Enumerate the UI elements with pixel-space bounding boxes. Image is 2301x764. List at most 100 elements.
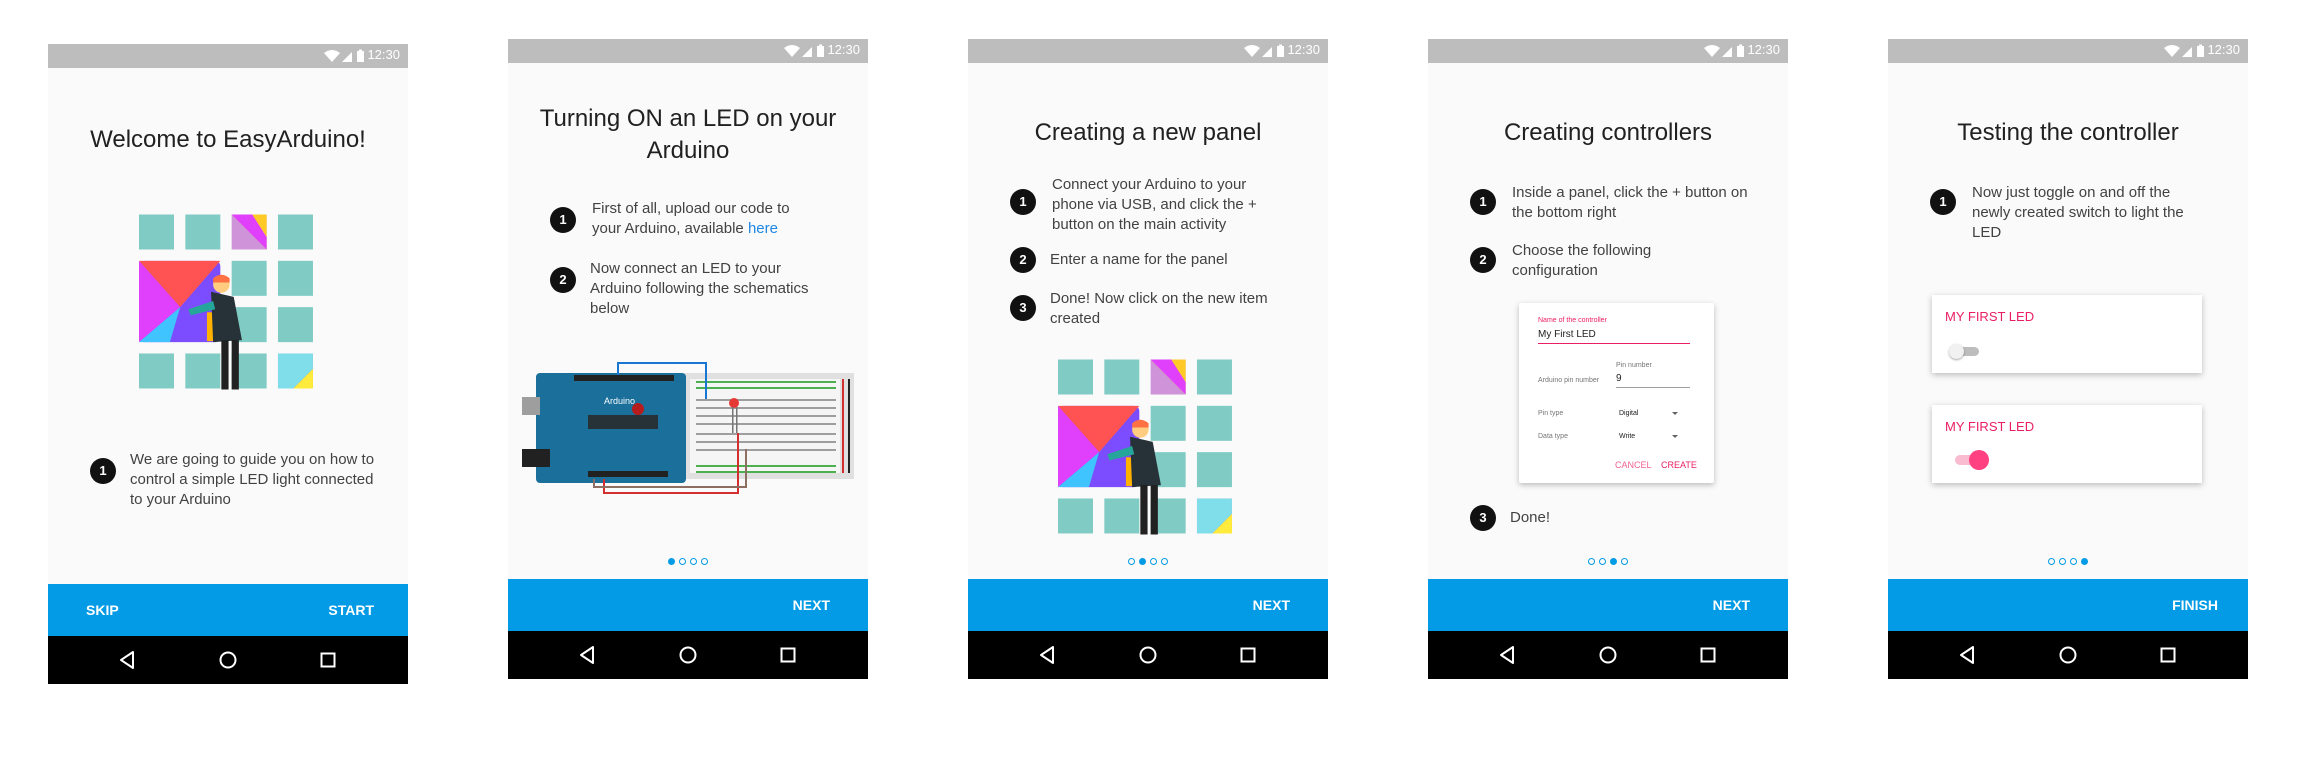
home-icon[interactable] (2056, 643, 2080, 667)
page-dot (701, 558, 708, 565)
step-text: Now connect an LED to your Arduino follo… (590, 260, 809, 317)
step-number: 3 (1470, 505, 1496, 531)
step-text: Choose the following configuration (1512, 242, 1652, 279)
next-button[interactable]: NEXT (1713, 597, 1750, 613)
code-link[interactable]: here (748, 220, 778, 237)
navigation-bar (508, 631, 868, 679)
home-icon[interactable] (676, 643, 700, 667)
controller-card: MY FIRST LED (1932, 295, 2202, 373)
step-text: First of all, upload our code to your Ar… (592, 199, 812, 239)
recents-icon[interactable] (1236, 643, 1260, 667)
back-icon[interactable] (1036, 643, 1060, 667)
step-2: 2 Enter a name for the panel (1010, 247, 1310, 275)
status-time: 12:30 (827, 42, 860, 57)
controller-name-underline (1538, 343, 1690, 344)
step-number: 2 (1470, 247, 1496, 273)
chevron-down-icon[interactable] (1671, 411, 1679, 417)
status-icons (1244, 44, 1284, 57)
status-bar: 12:30 (968, 39, 1328, 63)
page-title: Creating a new panel (1034, 119, 1262, 146)
finish-button[interactable]: FINISH (2172, 597, 2218, 613)
status-time: 12:30 (367, 47, 400, 62)
onboarding-screen-welcome: 12:30 Welcome to EasyArduino! 1 We are g… (48, 44, 408, 684)
create-button[interactable]: CREATE (1661, 460, 1697, 470)
step-number: 2 (550, 267, 576, 293)
pin-number-float-label: Pin number (1616, 362, 1652, 369)
next-button[interactable]: NEXT (793, 597, 830, 613)
breadboard-schematic: Arduino (522, 362, 854, 494)
step-number: 1 (90, 458, 116, 484)
start-button[interactable]: START (328, 602, 374, 618)
controller-card-title: MY FIRST LED (1945, 419, 2035, 434)
page-dot-active (1139, 558, 1146, 565)
home-icon[interactable] (216, 648, 240, 672)
recents-icon[interactable] (2156, 643, 2180, 667)
status-time: 12:30 (1747, 42, 1780, 57)
back-icon[interactable] (576, 643, 600, 667)
step-1: 1 Inside a panel, click the + button on … (1470, 183, 1770, 227)
controller-name-input[interactable]: My First LED (1538, 329, 1596, 340)
step-number: 1 (1930, 189, 1956, 215)
status-time: 12:30 (1287, 42, 1320, 57)
material-illustration (139, 214, 313, 390)
back-icon[interactable] (1496, 643, 1520, 667)
step-text: Now just toggle on and off the newly cre… (1972, 184, 2184, 241)
page-dot (2059, 558, 2066, 565)
back-icon[interactable] (116, 648, 140, 672)
page-dot-active (668, 558, 675, 565)
step-text: Enter a name for the panel (1050, 251, 1228, 268)
step-number: 1 (1470, 189, 1496, 215)
recents-icon[interactable] (316, 648, 340, 672)
status-icons (784, 44, 824, 57)
chevron-down-icon[interactable] (1671, 434, 1679, 440)
page-dot-active (2081, 558, 2088, 565)
controller-card: MY FIRST LED (1932, 405, 2202, 483)
step-number: 2 (1010, 247, 1036, 273)
page-indicator (968, 558, 1328, 568)
led-switch-on[interactable] (1955, 450, 1989, 470)
step-3: 3 Done! Now click on the new item create… (1010, 289, 1310, 333)
cancel-button[interactable]: CANCEL (1615, 460, 1652, 470)
step-1: 1 First of all, upload our code to your … (550, 199, 840, 243)
board-label: Arduino (604, 396, 635, 406)
page-dot (1599, 558, 1606, 565)
recents-icon[interactable] (776, 643, 800, 667)
step-text: We are going to guide you on how to cont… (130, 451, 375, 508)
page-dot (690, 558, 697, 565)
controller-name-label: Name of the controller (1538, 317, 1607, 324)
onboarding-screen-led: 12:30 Turning ON an LED on your Arduino … (508, 39, 868, 679)
page-dot (2048, 558, 2055, 565)
recents-icon[interactable] (1696, 643, 1720, 667)
action-bar: FINISH (1888, 579, 2248, 631)
step-number: 1 (1010, 189, 1036, 215)
home-icon[interactable] (1136, 643, 1160, 667)
back-icon[interactable] (1956, 643, 1980, 667)
navigation-bar (48, 636, 408, 684)
material-illustration (1058, 359, 1232, 535)
page-dot (1588, 558, 1595, 565)
data-type-select[interactable]: Write (1619, 433, 1635, 440)
status-time: 12:30 (2207, 42, 2240, 57)
page-indicator (508, 558, 868, 568)
home-icon[interactable] (1596, 643, 1620, 667)
onboarding-screen-controllers: 12:30 Creating controllers 1 Inside a pa… (1428, 39, 1788, 679)
page-title: Testing the controller (1957, 119, 2179, 146)
status-bar: 12:30 (508, 39, 868, 63)
status-bar: 12:30 (1888, 39, 2248, 63)
page-title: Creating controllers (1503, 119, 1713, 146)
data-type-label: Data type (1538, 433, 1568, 440)
skip-button[interactable]: SKIP (86, 602, 119, 618)
led-switch-off[interactable] (1949, 344, 1979, 359)
controller-dialog: Name of the controller My First LED Ardu… (1519, 303, 1714, 483)
page-indicator (1428, 558, 1788, 568)
pin-number-underline (1616, 387, 1690, 388)
onboarding-screen-panel: 12:30 Creating a new panel 1 Connect you… (968, 39, 1328, 679)
step-1: 1 Connect your Arduino to your phone via… (1010, 175, 1310, 237)
page-dot (1128, 558, 1135, 565)
page-dot (1150, 558, 1157, 565)
controller-card-title: MY FIRST LED (1945, 309, 2035, 324)
pin-type-select[interactable]: Digital (1619, 410, 1638, 417)
next-button[interactable]: NEXT (1253, 597, 1290, 613)
step-2: 2 Now connect an LED to your Arduino fol… (550, 259, 840, 323)
pin-number-input[interactable]: 9 (1616, 373, 1622, 384)
